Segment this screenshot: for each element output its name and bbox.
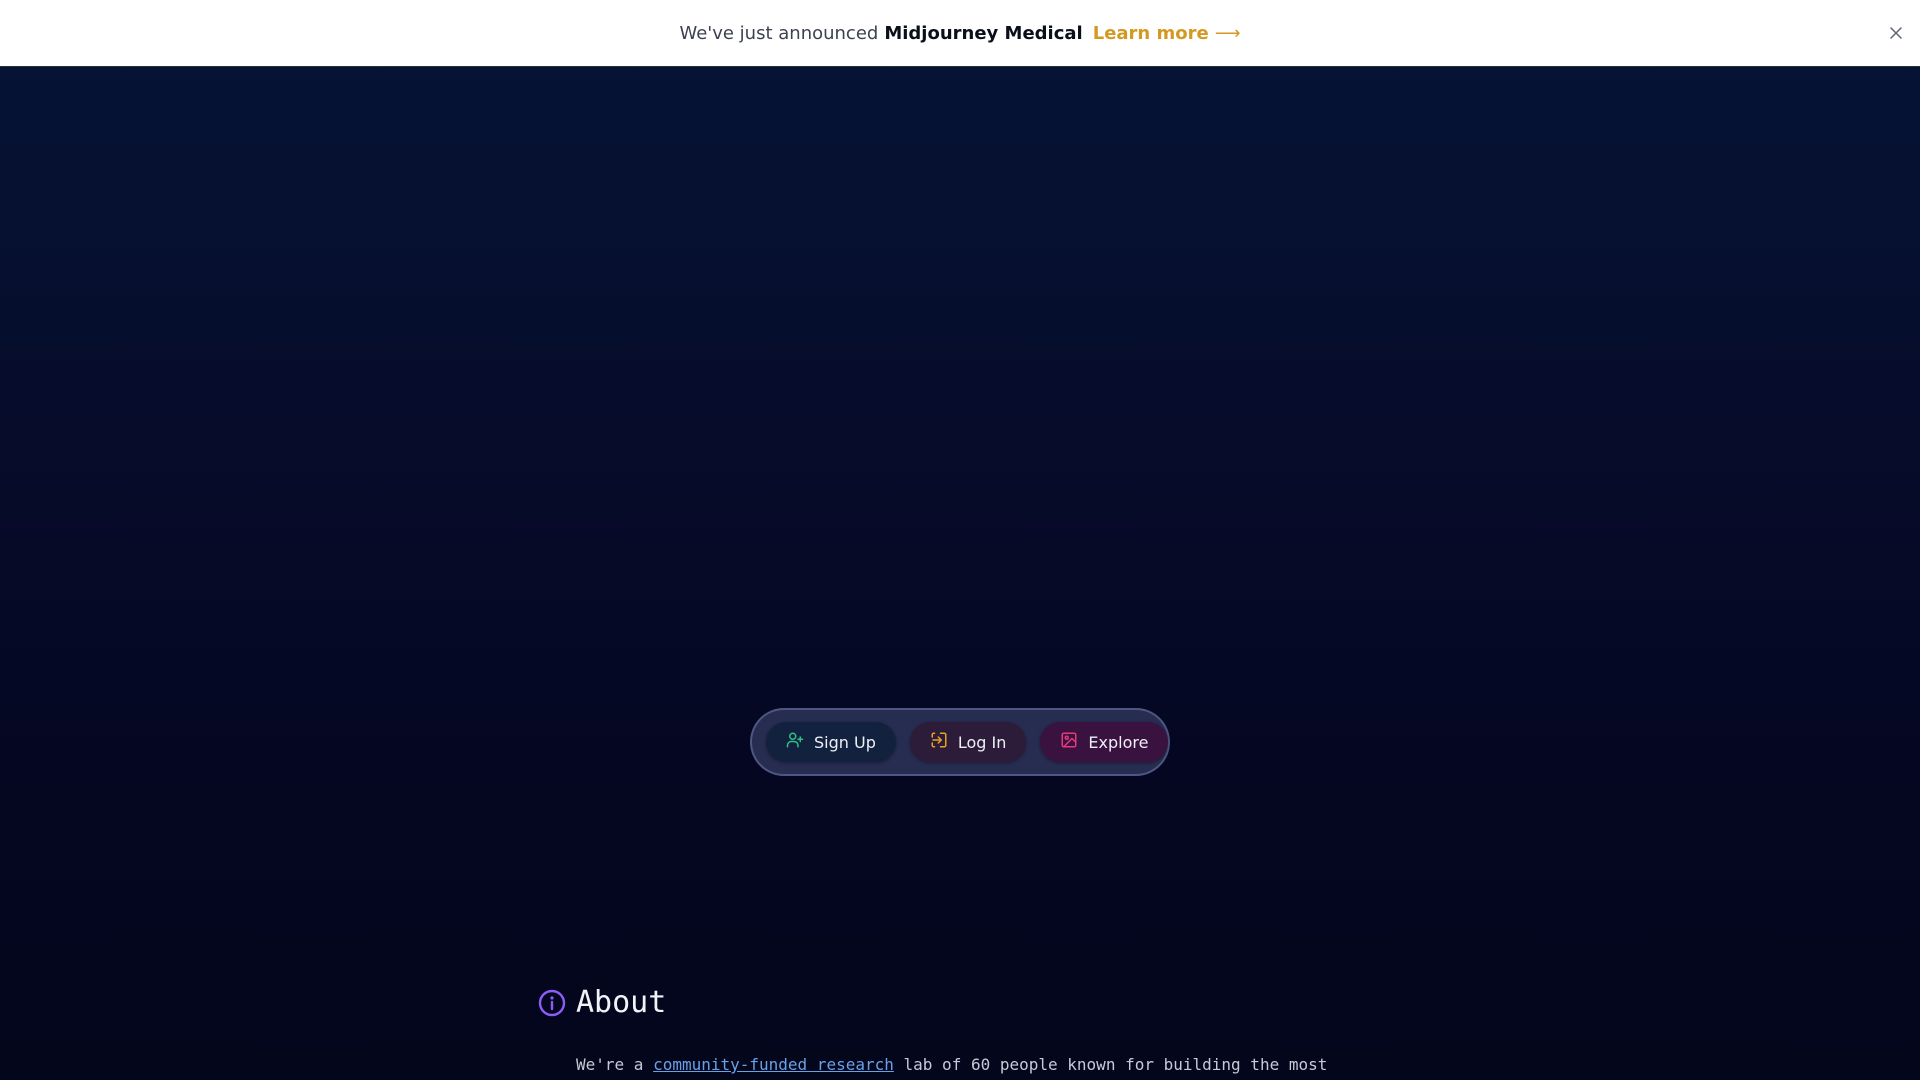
community-funded-research-link[interactable]: community-funded research xyxy=(653,1055,894,1074)
about-text-after: lab of 60 people known for building the … xyxy=(893,1055,1328,1074)
close-icon[interactable] xyxy=(1886,23,1906,43)
info-icon xyxy=(538,989,566,1017)
learn-more-label: Learn more xyxy=(1092,22,1209,44)
announcement-product-name: Midjourney Medical xyxy=(884,22,1083,44)
announcement-bar: We've just announced Midjourney Medical … xyxy=(0,0,1920,67)
user-plus-icon xyxy=(786,731,814,753)
arrow-right-icon: ⟶ xyxy=(1214,22,1241,44)
explore-label: Explore xyxy=(1088,732,1149,752)
announcement-lead-text: We've just announced xyxy=(679,22,879,44)
log-in-label: Log In xyxy=(957,732,1007,752)
login-icon xyxy=(930,731,958,753)
about-heading: About xyxy=(538,985,666,1020)
learn-more-link[interactable]: Learn more ⟶ xyxy=(1093,23,1241,44)
sign-up-label: Sign Up xyxy=(814,732,876,752)
explore-button[interactable]: Explore xyxy=(1040,722,1169,762)
about-paragraph: We're a community-funded research lab of… xyxy=(576,1055,1327,1074)
sign-up-button[interactable]: Sign Up xyxy=(766,722,896,762)
log-in-button[interactable]: Log In xyxy=(909,722,1027,762)
about-text-before: We're a xyxy=(576,1055,654,1074)
image-icon xyxy=(1060,731,1088,753)
auth-action-bar: Sign Up Log In Explore xyxy=(750,708,1170,776)
about-title: About xyxy=(576,985,667,1020)
